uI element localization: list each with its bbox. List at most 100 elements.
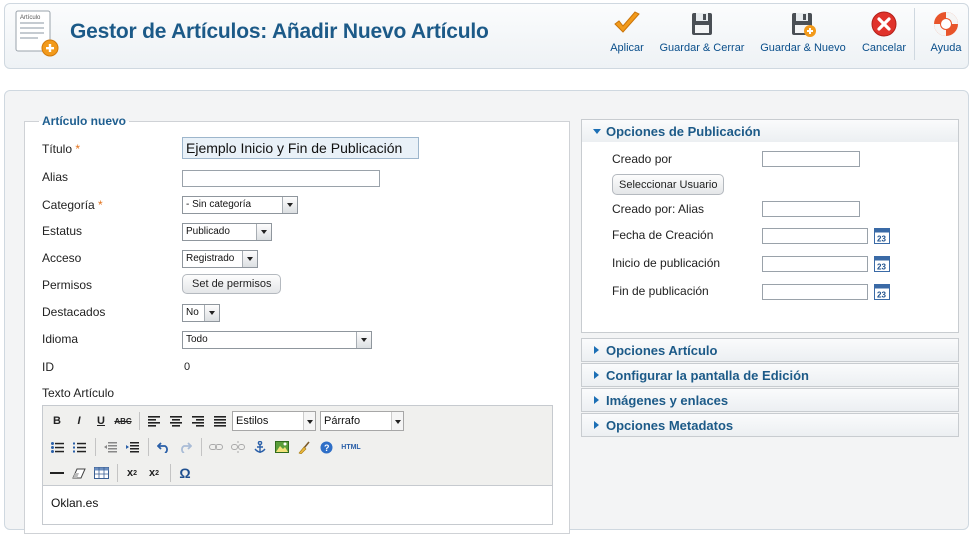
created-by-alias-label: Creado por: Alias — [612, 202, 705, 216]
help-button[interactable]: Ayuda — [926, 10, 966, 54]
edit-screen-panel[interactable]: Configurar la pantalla de Edición — [581, 363, 959, 387]
permissions-button[interactable]: Set de permisos — [182, 274, 282, 294]
unlink-button[interactable] — [228, 437, 248, 457]
indent-button[interactable] — [122, 437, 142, 457]
horizontal-rule-icon — [50, 472, 64, 474]
created-by-input[interactable] — [762, 151, 860, 167]
metadata-options-header[interactable]: Opciones Metadatos — [582, 414, 958, 436]
calendar-button[interactable]: 23 — [874, 228, 890, 244]
category-select[interactable]: - Sin categoría — [182, 196, 298, 214]
cancel-label: Cancelar — [861, 42, 907, 54]
save-icon — [692, 13, 712, 35]
created-by-alias-input[interactable] — [762, 201, 860, 217]
calendar-day-text: 23 — [877, 263, 886, 272]
page-title: Gestor de Artículos: Añadir Nuevo Artícu… — [70, 20, 489, 43]
toolbar-separator — [95, 438, 96, 456]
publishing-options-header[interactable]: Opciones de Publicación — [582, 120, 958, 142]
created-date-input[interactable] — [762, 228, 868, 244]
editor-content[interactable]: Oklan.es — [51, 496, 98, 510]
save-new-button[interactable]: Guardar & Nuevo — [759, 10, 847, 54]
align-center-button[interactable] — [166, 411, 186, 431]
calendar-icon: 23 — [874, 228, 890, 244]
table-button[interactable] — [91, 463, 111, 483]
save-close-button[interactable]: Guardar & Cerrar — [658, 10, 746, 54]
article-options-title: Opciones Artículo — [606, 343, 718, 358]
metadata-options-panel[interactable]: Opciones Metadatos — [581, 413, 959, 437]
toolbar-separator — [139, 412, 140, 430]
styles-select[interactable]: Estilos — [232, 411, 316, 431]
superscript-button[interactable]: x2 — [144, 463, 164, 483]
undo-button[interactable] — [153, 437, 173, 457]
svg-text:?: ? — [324, 443, 330, 453]
images-links-header[interactable]: Imágenes y enlaces — [582, 389, 958, 411]
help-label: Ayuda — [930, 42, 962, 54]
styles-select-value: Estilos — [236, 415, 269, 427]
align-left-icon — [148, 415, 160, 427]
calendar-button[interactable]: 23 — [874, 256, 890, 272]
status-select[interactable]: Publicado — [182, 223, 272, 241]
title-input-value: Ejemplo Inicio y Fin de Publicación — [186, 140, 403, 156]
article-add-icon: Artículo — [14, 10, 60, 58]
toolbar-separator — [914, 8, 915, 60]
toolbar-separator — [170, 464, 171, 482]
outdent-icon — [103, 441, 117, 452]
featured-select[interactable]: No — [182, 304, 220, 322]
anchor-button[interactable] — [250, 437, 270, 457]
required-mark: * — [75, 142, 81, 156]
align-justify-button[interactable] — [210, 411, 230, 431]
publish-down-input[interactable] — [762, 284, 868, 300]
align-right-button[interactable] — [188, 411, 208, 431]
category-label: Categoría * — [42, 198, 103, 212]
horizontal-rule-button[interactable] — [47, 463, 67, 483]
article-text-label: Texto Artículo — [42, 386, 115, 400]
publish-up-label: Inicio de publicación — [612, 256, 721, 270]
link-button[interactable] — [206, 437, 226, 457]
title-input[interactable]: Ejemplo Inicio y Fin de Publicación — [182, 137, 419, 159]
outdent-button[interactable] — [100, 437, 120, 457]
help-icon: ? — [320, 441, 332, 453]
metadata-options-title: Opciones Metadatos — [606, 418, 734, 433]
created-by-label: Creado por — [612, 152, 673, 166]
redo-icon — [180, 442, 192, 453]
chevron-down-icon — [282, 197, 297, 213]
special-char-button[interactable]: Ω — [175, 463, 195, 483]
numbered-list-button[interactable] — [69, 437, 89, 457]
html-button[interactable]: HTML — [338, 437, 364, 457]
underline-button[interactable]: U — [91, 411, 111, 431]
image-icon — [275, 441, 289, 453]
access-select[interactable]: Registrado — [182, 250, 258, 268]
calendar-button[interactable]: 23 — [874, 284, 890, 300]
italic-button[interactable]: I — [69, 411, 89, 431]
redo-button[interactable] — [175, 437, 195, 457]
format-select-value: Párrafo — [324, 415, 361, 427]
bullet-list-icon — [50, 441, 64, 453]
format-select[interactable]: Párrafo — [320, 411, 404, 431]
select-user-button[interactable]: Seleccionar Usuario — [612, 174, 725, 195]
title-label: Título * — [42, 142, 80, 156]
triangle-right-icon — [594, 371, 599, 379]
publish-up-input[interactable] — [762, 256, 868, 272]
image-button[interactable] — [272, 437, 292, 457]
apply-button[interactable]: Aplicar — [607, 10, 647, 54]
images-links-panel[interactable]: Imágenes y enlaces — [581, 388, 959, 412]
toolbar-separator — [117, 464, 118, 482]
help-editor-button[interactable]: ? — [316, 437, 336, 457]
images-links-title: Imágenes y enlaces — [606, 393, 729, 408]
triangle-right-icon — [594, 396, 599, 404]
align-center-icon — [170, 415, 182, 427]
subscript-button[interactable]: x2 — [122, 463, 142, 483]
alias-input[interactable] — [182, 170, 380, 187]
cancel-button[interactable]: Cancelar — [860, 10, 908, 54]
bullet-list-button[interactable] — [47, 437, 67, 457]
remove-format-button[interactable] — [69, 463, 89, 483]
cleanup-button[interactable] — [294, 437, 314, 457]
strikethrough-button[interactable]: ABC — [113, 411, 133, 431]
article-options-header[interactable]: Opciones Artículo — [582, 339, 958, 361]
bold-button[interactable]: B — [47, 411, 67, 431]
article-options-panel[interactable]: Opciones Artículo — [581, 338, 959, 362]
align-left-button[interactable] — [144, 411, 164, 431]
language-select[interactable]: Todo — [182, 331, 372, 349]
calendar-day-text: 23 — [877, 291, 886, 300]
lifebuoy-icon — [934, 12, 958, 36]
edit-screen-header[interactable]: Configurar la pantalla de Edición — [582, 364, 958, 386]
